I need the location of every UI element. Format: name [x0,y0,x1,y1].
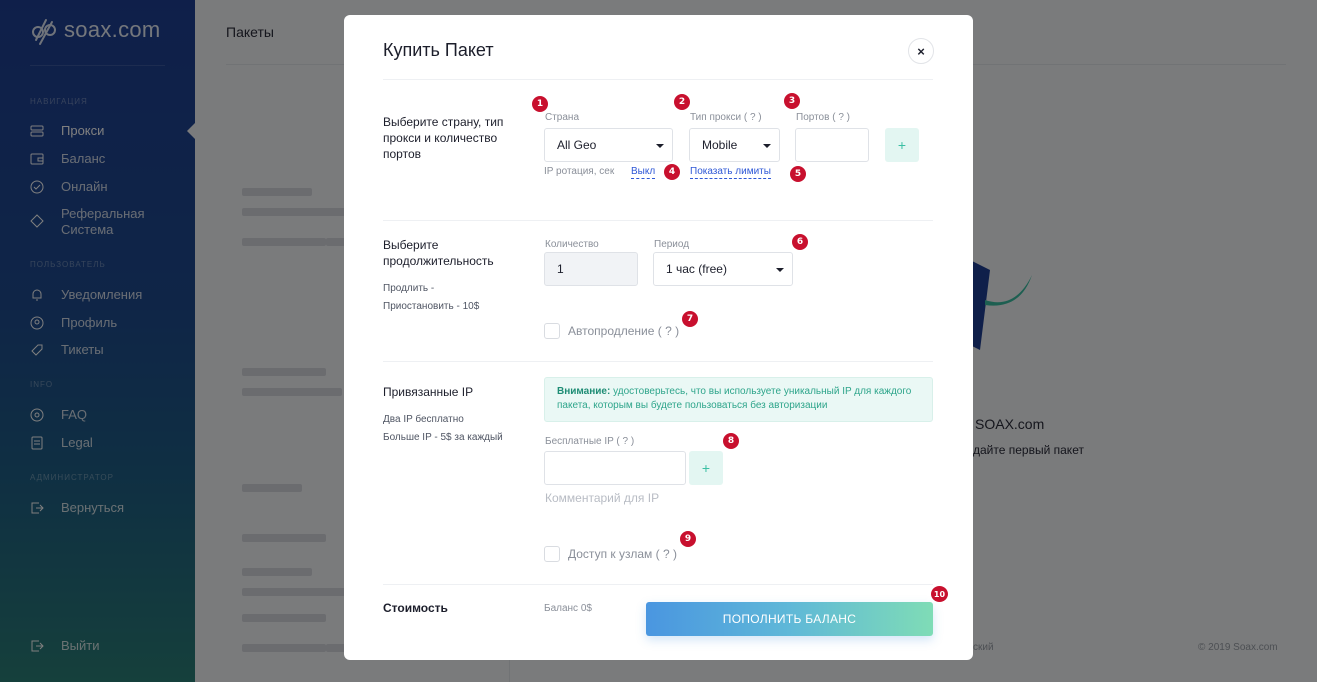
ports-input[interactable] [795,128,869,162]
buy-package-modal: Купить Пакет × Выберите страну, тип прок… [344,15,973,660]
chevron-down-icon [656,144,664,148]
cost-label: Стоимость [383,601,448,615]
free-ip-label[interactable]: Бесплатные IP ( ? ) [545,436,634,447]
section-bound-ip-label: Привязанные IP [383,385,474,399]
country-select[interactable]: All Geo [544,128,673,162]
badge-1: 1 [532,96,548,112]
free-ip-note: Два IP бесплатно [383,414,464,425]
alert-title: Внимание: [557,386,611,397]
plus-icon: + [701,460,711,476]
alert-text: удостоверьтесь, что вы используете уника… [557,386,912,411]
divider [383,79,933,80]
badge-10: 10 [931,586,948,602]
badge-2: 2 [674,94,690,110]
quantity-input[interactable]: 1 [544,252,638,286]
badge-3: 3 [784,93,800,109]
ip-comment-field[interactable]: Комментарий для IP [545,491,659,505]
warning-alert: Внимание: удостоверьтесь, что вы использ… [544,377,933,422]
proxy-type-select[interactable]: Mobile [689,128,780,162]
period-value: 1 час (free) [666,262,727,276]
badge-9: 9 [680,531,696,547]
modal-title: Купить Пакет [383,40,494,60]
badge-7: 7 [682,311,698,327]
renew-price: Продлить - [383,283,435,294]
proxy-type-label[interactable]: Тип прокси ( ? ) [690,112,762,123]
period-label: Период [654,239,690,250]
close-button[interactable]: × [908,38,934,64]
ip-rotation-label: IP ротация, сек [544,166,615,177]
divider [383,584,933,585]
badge-6: 6 [792,234,808,250]
divider [383,361,933,362]
show-limits-link[interactable]: Показать лимиты [690,166,771,179]
chevron-down-icon [776,268,784,272]
divider [383,220,933,221]
add-port-button[interactable]: + [885,128,919,162]
extra-ip-price: Больше IP - 5$ за каждый [383,432,503,443]
node-access-label: Доступ к узлам ( ? ) [568,547,677,561]
badge-5: 5 [790,166,806,182]
badge-8: 8 [723,433,739,449]
balance-value: Баланс 0$ [544,603,592,614]
free-ip-input[interactable] [544,451,686,485]
add-ip-button[interactable]: + [689,451,723,485]
country-value: All Geo [557,138,597,152]
proxy-type-value: Mobile [702,138,738,152]
section-duration-label: Выберите продолжительность [383,238,494,268]
node-access-option[interactable]: Доступ к узлам ( ? ) [544,546,677,562]
close-icon: × [917,43,925,59]
badge-4: 4 [664,164,680,180]
quantity-label: Количество [545,239,599,250]
ip-rotation-toggle[interactable]: Выкл [631,166,656,179]
country-label: Страна [545,112,580,123]
section-country-label: Выберите страну, тип прокси и количество… [383,115,504,161]
autorenew-option[interactable]: Автопродление ( ? ) [544,323,679,339]
autorenew-checkbox[interactable] [544,323,560,339]
autorenew-label: Автопродление ( ? ) [568,324,680,338]
plus-icon: + [897,137,907,153]
period-select[interactable]: 1 час (free) [653,252,793,286]
chevron-down-icon [763,144,771,148]
top-up-balance-button[interactable]: ПОПОЛНИТЬ БАЛАНС [646,602,933,636]
pause-price: Приостановить - 10$ [383,301,480,312]
node-access-checkbox[interactable] [544,546,560,562]
ports-label[interactable]: Портов ( ? ) [796,112,850,123]
